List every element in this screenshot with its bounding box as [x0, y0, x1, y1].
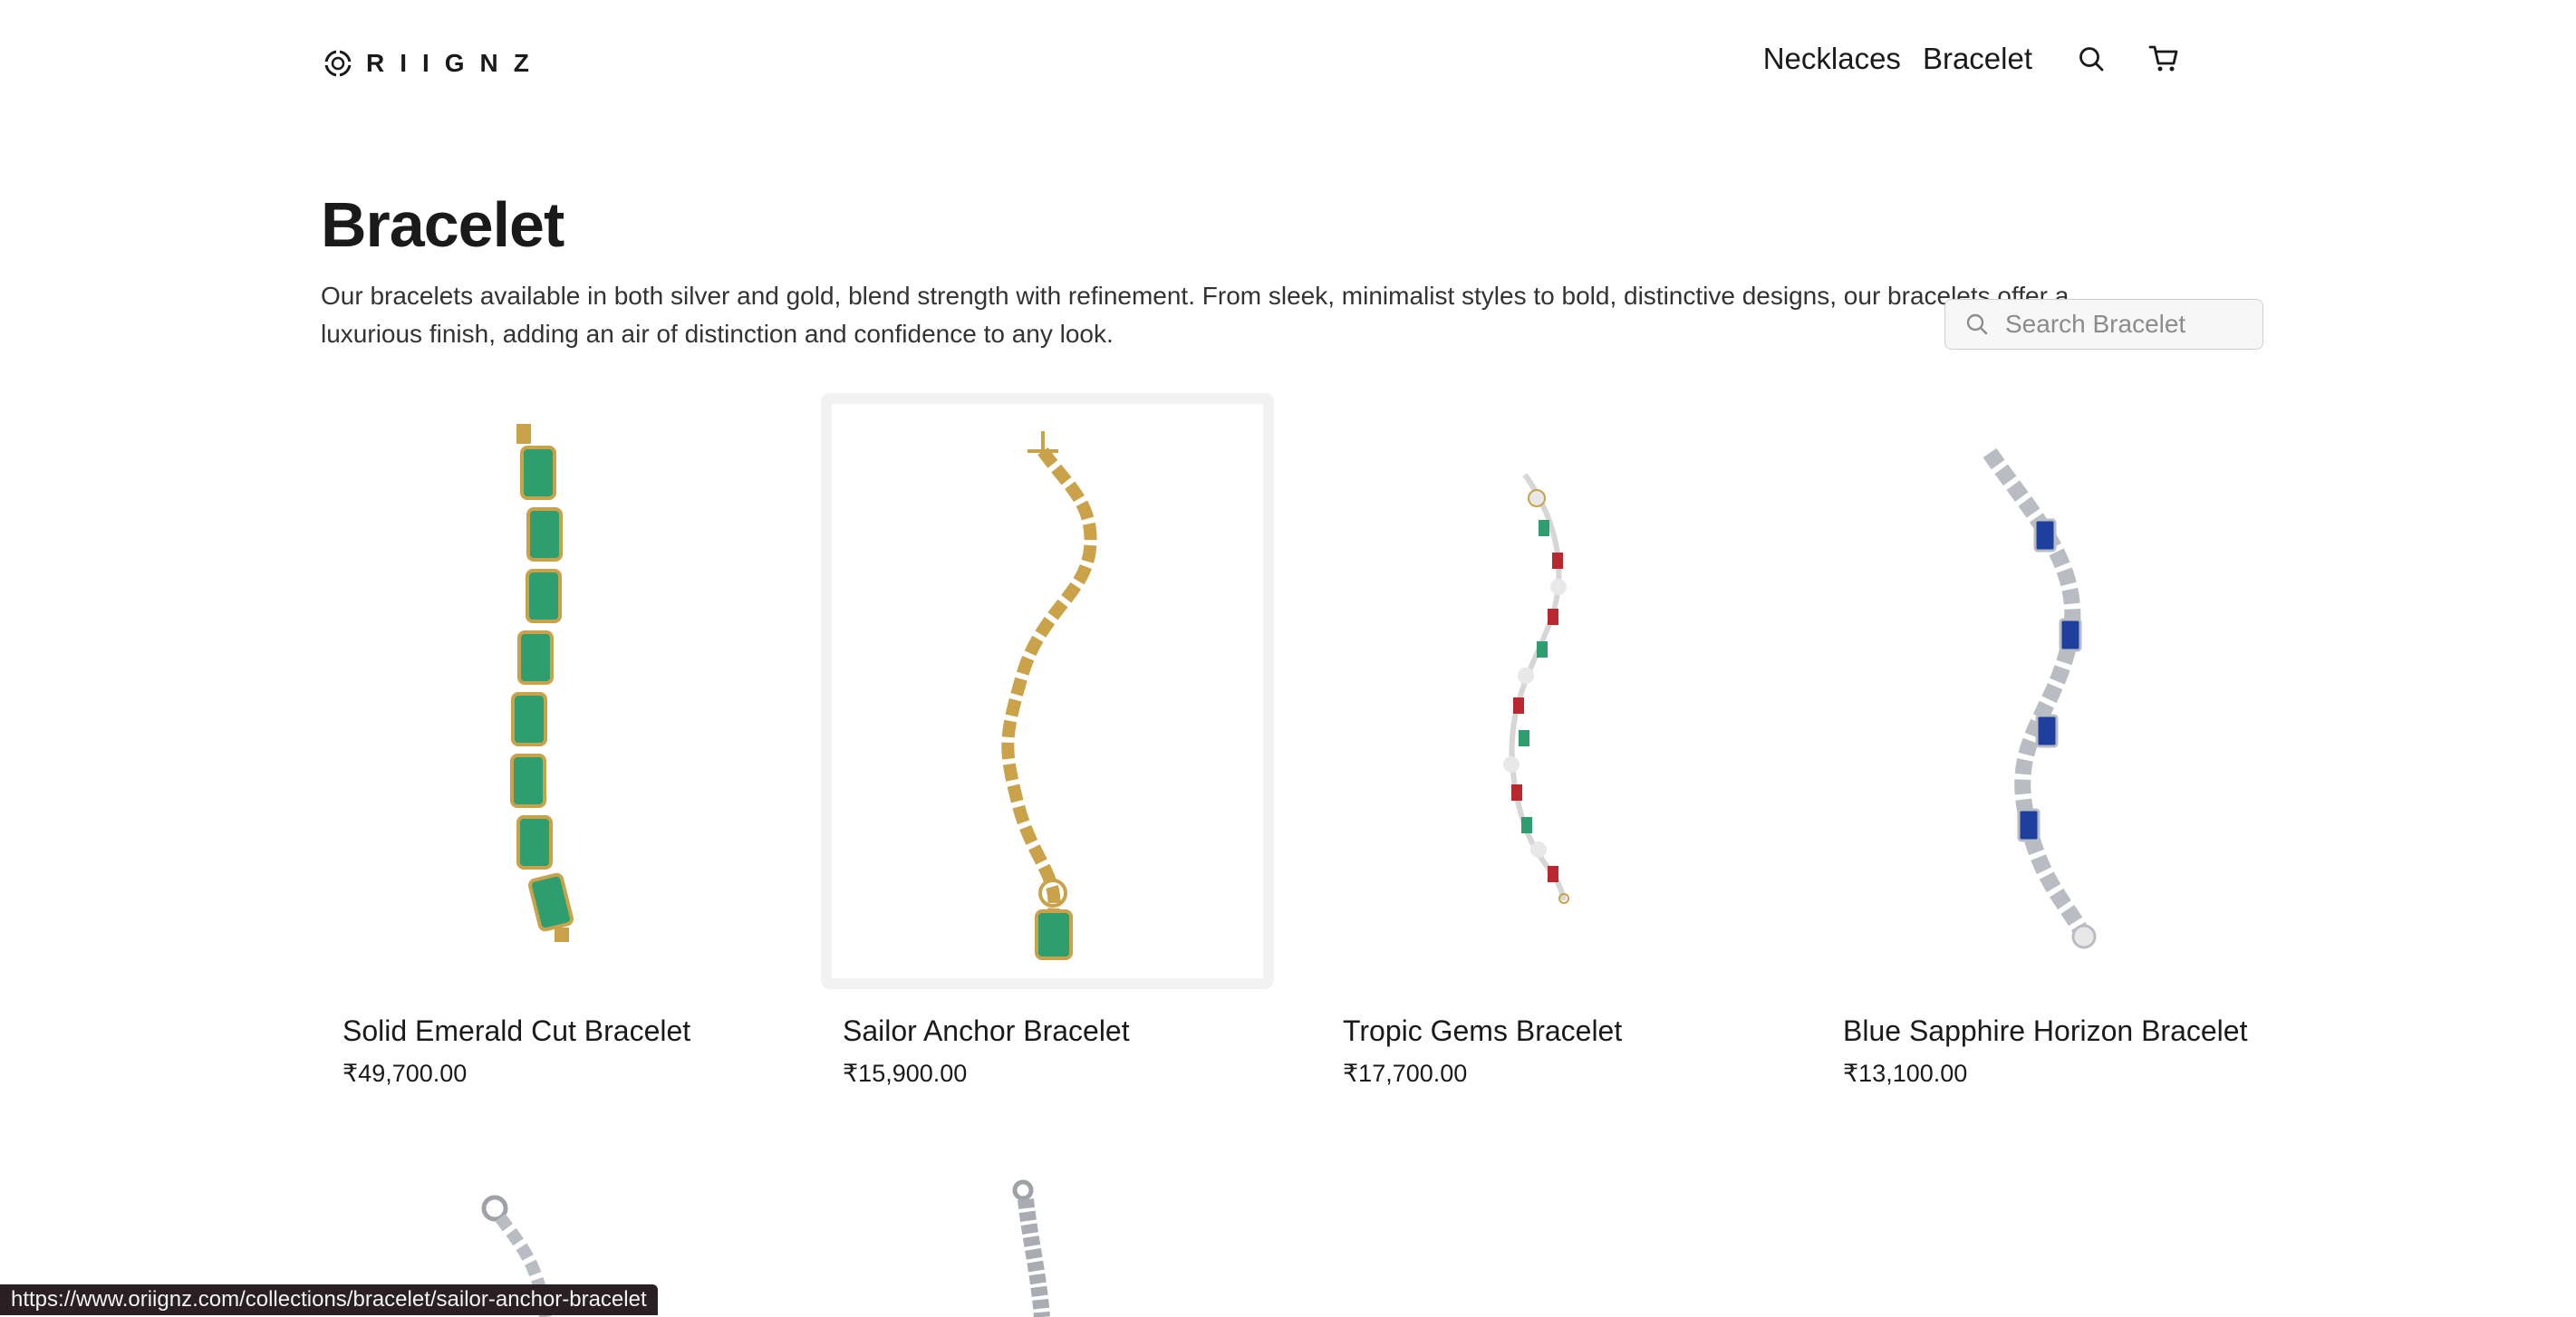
brand-logo[interactable]: RIIGNZ	[323, 47, 545, 80]
sapphire-bracelet-image	[1983, 447, 2097, 949]
collection-search[interactable]	[1944, 299, 2263, 350]
product-card[interactable]: Solid Emerald Cut Bracelet ₹49,700.00	[321, 393, 774, 1087]
emerald-bracelet-image	[510, 424, 574, 942]
product-card[interactable]	[821, 1172, 1274, 1317]
product-price: ₹15,900.00	[843, 1060, 968, 1087]
product-image[interactable]	[1821, 393, 2274, 989]
product-image[interactable]	[321, 393, 774, 989]
cart-icon[interactable]	[2148, 44, 2179, 73]
product-card[interactable]: Sailor Anchor Bracelet ₹15,900.00	[821, 393, 1274, 1087]
status-bar-url: https://www.oriignz.com/collections/brac…	[0, 1284, 658, 1315]
product-image[interactable]	[821, 393, 1274, 989]
product-card[interactable]: Tropic Gems Bracelet ₹17,700.00	[1321, 393, 1774, 1087]
gem-bracelet-image	[1503, 473, 1569, 904]
product-price: ₹49,700.00	[343, 1060, 468, 1087]
main-nav: Necklaces Bracelet	[1741, 42, 2179, 76]
site-header: RIIGNZ Necklaces Bracelet	[0, 0, 2576, 127]
page-title: Bracelet	[321, 189, 564, 260]
gold-chain-bracelet-image	[1001, 431, 1097, 960]
product-card[interactable]: Blue Sapphire Horizon Bracelet ₹13,100.0…	[1821, 393, 2274, 1087]
nav-link-bracelet[interactable]: Bracelet	[1923, 42, 2032, 76]
logo-mark-icon	[324, 50, 352, 77]
product-name[interactable]: Blue Sapphire Horizon Bracelet	[1843, 1014, 2247, 1048]
product-name[interactable]: Solid Emerald Cut Bracelet	[343, 1014, 690, 1048]
product-image[interactable]	[1321, 393, 1774, 989]
product-price: ₹17,700.00	[1343, 1060, 1468, 1087]
silver-chain-bracelet-image	[1012, 1179, 1050, 1317]
nav-link-necklaces[interactable]: Necklaces	[1763, 42, 1901, 76]
product-name[interactable]: Sailor Anchor Bracelet	[843, 1014, 1130, 1048]
search-icon[interactable]	[2078, 45, 2105, 72]
logo-text: RIIGNZ	[366, 49, 545, 77]
search-input[interactable]	[2003, 309, 2261, 340]
collection-description: Our bracelets available in both silver a…	[321, 282, 2069, 348]
search-icon	[1965, 312, 1989, 336]
product-name[interactable]: Tropic Gems Bracelet	[1343, 1014, 1622, 1048]
product-price: ₹13,100.00	[1843, 1060, 1968, 1087]
